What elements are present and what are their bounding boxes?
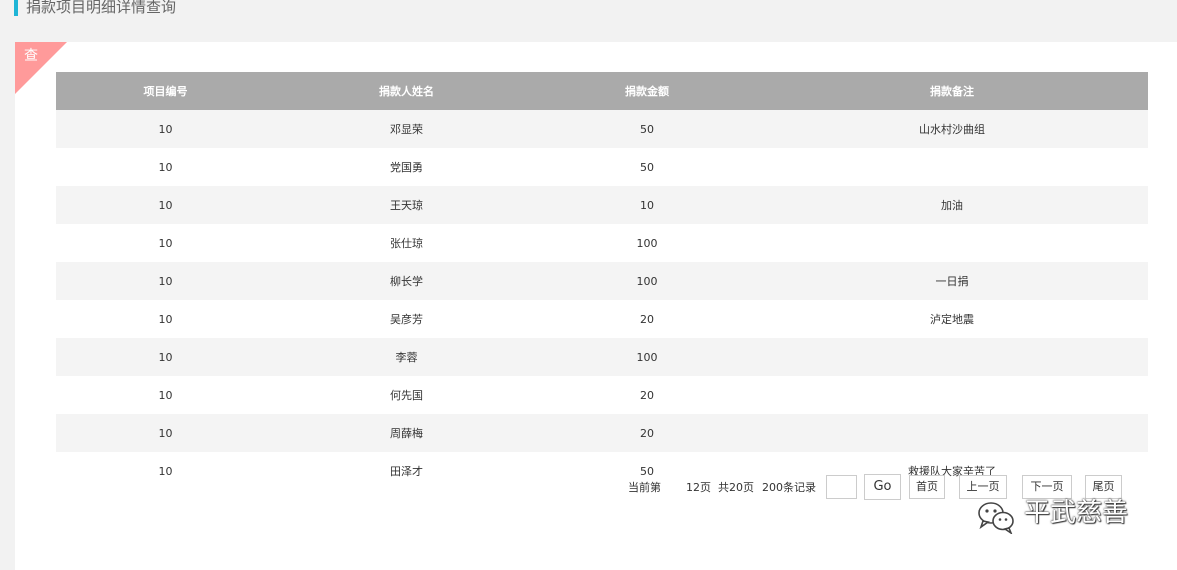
cell-project-id: 10 bbox=[56, 300, 275, 338]
header-donor-name: 捐款人姓名 bbox=[275, 72, 538, 110]
table-row: 10 邓显荣 50 山水村沙曲组 bbox=[56, 110, 1148, 148]
cell-note bbox=[756, 414, 1148, 452]
donation-table: 项目编号 捐款人姓名 捐款金额 捐款备注 10 邓显荣 50 山水村沙曲组 10… bbox=[56, 72, 1148, 490]
go-button[interactable]: Go bbox=[864, 474, 901, 500]
cell-donor-name: 党国勇 bbox=[275, 148, 538, 186]
cell-note bbox=[756, 148, 1148, 186]
header-amount: 捐款金额 bbox=[538, 72, 756, 110]
cell-amount: 50 bbox=[538, 110, 756, 148]
header-accent-bar bbox=[14, 0, 18, 16]
wechat-icon bbox=[978, 502, 1014, 534]
page-header: 捐款项目明细详情查询 bbox=[0, 0, 1177, 42]
pager-current-label: 当前第 bbox=[628, 481, 661, 494]
cell-project-id: 10 bbox=[56, 148, 275, 186]
cell-amount: 100 bbox=[538, 262, 756, 300]
cell-note bbox=[756, 224, 1148, 262]
table-header-row: 项目编号 捐款人姓名 捐款金额 捐款备注 bbox=[56, 72, 1148, 110]
cell-project-id: 10 bbox=[56, 186, 275, 224]
cell-project-id: 10 bbox=[56, 224, 275, 262]
cell-project-id: 10 bbox=[56, 452, 275, 490]
table-row: 10 吴彦芳 20 泸定地震 bbox=[56, 300, 1148, 338]
table-row: 10 张仕琼 100 bbox=[56, 224, 1148, 262]
cell-donor-name: 吴彦芳 bbox=[275, 300, 538, 338]
cell-amount: 20 bbox=[538, 414, 756, 452]
header-note: 捐款备注 bbox=[756, 72, 1148, 110]
cell-amount: 10 bbox=[538, 186, 756, 224]
table-row: 10 周薛梅 20 bbox=[56, 414, 1148, 452]
cell-project-id: 10 bbox=[56, 110, 275, 148]
cell-note: 加油 bbox=[756, 186, 1148, 224]
pager-current-page: 12页 bbox=[686, 481, 711, 494]
cell-donor-name: 张仕琼 bbox=[275, 224, 538, 262]
cell-amount: 100 bbox=[538, 338, 756, 376]
corner-tag-label: 查 bbox=[24, 48, 38, 64]
cell-note bbox=[756, 338, 1148, 376]
cell-note bbox=[756, 376, 1148, 414]
pager-total-records: 200条记录 bbox=[762, 481, 816, 494]
table-row: 10 柳长学 100 一日捐 bbox=[56, 262, 1148, 300]
cell-project-id: 10 bbox=[56, 262, 275, 300]
pager-total-pages: 共20页 bbox=[718, 481, 754, 494]
cell-donor-name: 邓显荣 bbox=[275, 110, 538, 148]
cell-note: 一日捐 bbox=[756, 262, 1148, 300]
watermark-text: 平武慈善 bbox=[1024, 498, 1129, 528]
cell-project-id: 10 bbox=[56, 376, 275, 414]
page-number-input[interactable] bbox=[826, 475, 857, 499]
table-row: 10 李蓉 100 bbox=[56, 338, 1148, 376]
cell-amount: 20 bbox=[538, 376, 756, 414]
cell-amount: 50 bbox=[538, 148, 756, 186]
cell-note: 泸定地震 bbox=[756, 300, 1148, 338]
cell-donor-name: 周薛梅 bbox=[275, 414, 538, 452]
page-title: 捐款项目明细详情查询 bbox=[26, 0, 177, 16]
cell-donor-name: 何先国 bbox=[275, 376, 538, 414]
cell-amount: 20 bbox=[538, 300, 756, 338]
table-row: 10 党国勇 50 bbox=[56, 148, 1148, 186]
cell-note: 山水村沙曲组 bbox=[756, 110, 1148, 148]
prev-page-button[interactable]: 上一页 bbox=[959, 475, 1007, 499]
cell-project-id: 10 bbox=[56, 414, 275, 452]
table-row: 10 王天琼 10 加油 bbox=[56, 186, 1148, 224]
table-row: 10 何先国 20 bbox=[56, 376, 1148, 414]
cell-donor-name: 李蓉 bbox=[275, 338, 538, 376]
cell-donor-name: 田泽才 bbox=[275, 452, 538, 490]
cell-project-id: 10 bbox=[56, 338, 275, 376]
cell-donor-name: 王天琼 bbox=[275, 186, 538, 224]
first-page-button[interactable]: 首页 bbox=[909, 475, 945, 499]
header-project-id: 项目编号 bbox=[56, 72, 275, 110]
cell-amount: 100 bbox=[538, 224, 756, 262]
cell-donor-name: 柳长学 bbox=[275, 262, 538, 300]
